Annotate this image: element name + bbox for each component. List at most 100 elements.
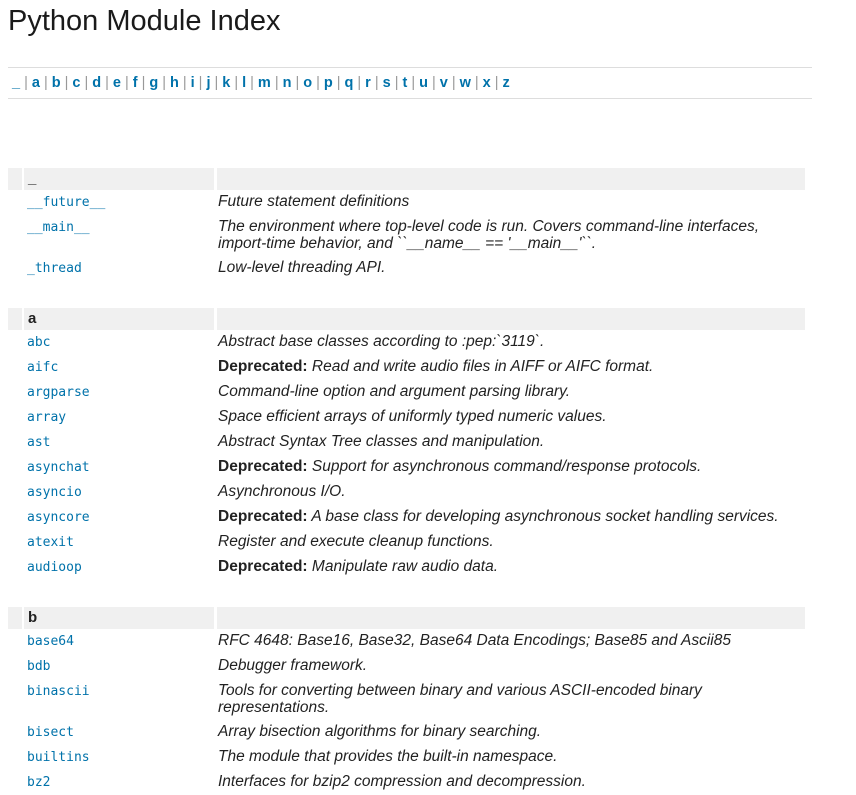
module-description: Future statement definitions [214, 190, 805, 215]
module-link[interactable]: atexit [27, 535, 74, 550]
module-link[interactable]: audioop [27, 560, 82, 575]
module-description-text: Read and write audio files in AIFF or AI… [311, 358, 654, 375]
module-description-text: Register and execute cleanup functions. [218, 533, 494, 550]
module-link[interactable]: abc [27, 335, 50, 350]
row-pad [8, 555, 22, 580]
module-link[interactable]: ast [27, 435, 50, 450]
letter-separator: | [374, 75, 379, 91]
letter-link-v[interactable]: v [440, 75, 448, 91]
row-pad [8, 720, 22, 745]
letter-link-z[interactable]: z [503, 75, 510, 91]
module-link[interactable]: __future__ [27, 195, 105, 210]
module-description-text: Future statement definitions [218, 193, 410, 210]
letter-separator: | [43, 75, 48, 91]
module-description-text: The environment where top-level code is … [218, 218, 760, 252]
letter-separator: | [357, 75, 362, 91]
row-pad [8, 654, 22, 679]
letter-separator: | [162, 75, 166, 91]
module-name-cell: bz2 [22, 770, 214, 795]
module-name-cell: asynchat [22, 455, 214, 480]
letter-link-u[interactable]: u [419, 75, 428, 91]
module-row: base64 RFC 4648: Base16, Base32, Base64 D… [8, 629, 805, 654]
row-pad [8, 380, 22, 405]
module-row: atexit Register and execute cleanup funct… [8, 530, 805, 555]
module-description: Deprecated: A base class for developing … [214, 505, 805, 530]
module-link[interactable]: builtins [27, 750, 90, 765]
letter-separator: | [336, 75, 341, 91]
letter-link-e[interactable]: e [113, 75, 121, 91]
module-link[interactable]: bz2 [27, 775, 50, 790]
module-link[interactable]: array [27, 410, 66, 425]
row-pad [8, 745, 22, 770]
row-pad [8, 505, 22, 530]
section-letter: a [22, 308, 214, 330]
module-name-cell: aifc [22, 355, 214, 380]
letter-navigation: _ | a | b | c | d | e | f | g | h | i | j | k | l | m | n | o | p | q | r | s |… [8, 67, 812, 99]
letter-link-b[interactable]: b [52, 75, 61, 91]
deprecated-label: Deprecated: [218, 508, 308, 525]
letter-link-s[interactable]: s [383, 75, 391, 91]
module-link[interactable]: asyncore [27, 510, 90, 525]
letter-link-a[interactable]: a [32, 75, 40, 91]
deprecated-label: Deprecated: [218, 358, 308, 375]
module-name-cell: _thread [22, 256, 214, 281]
module-link[interactable]: bdb [27, 659, 50, 674]
module-link[interactable]: aifc [27, 360, 58, 375]
section-header: a [8, 308, 805, 330]
row-pad [8, 679, 22, 720]
module-link[interactable]: bisect [27, 725, 74, 740]
module-row: asyncio Asynchronous I/O. [8, 480, 805, 505]
section-letter: b [22, 607, 214, 629]
module-link[interactable]: binascii [27, 684, 90, 699]
module-description: Register and execute cleanup functions. [214, 530, 805, 555]
section-header: _ [8, 168, 805, 190]
module-link[interactable]: __main__ [27, 220, 90, 235]
row-pad [8, 190, 22, 215]
module-link[interactable]: argparse [27, 385, 90, 400]
module-description: Tools for converting between binary and … [214, 679, 805, 720]
module-link[interactable]: base64 [27, 634, 74, 649]
module-description-text: RFC 4648: Base16, Base32, Base64 Data En… [218, 632, 731, 649]
row-pad [8, 430, 22, 455]
letter-link-p[interactable]: p [324, 75, 333, 91]
module-name-cell: binascii [22, 679, 214, 720]
letter-link-f[interactable]: f [133, 75, 138, 91]
module-row: bz2 Interfaces for bzip2 compression and … [8, 770, 805, 795]
letter-link-d[interactable]: d [92, 75, 101, 91]
letter-link-underscore[interactable]: _ [12, 75, 20, 91]
module-index-table: _ __future__ Future statement definitions _… [8, 141, 805, 795]
module-row: argparse Command-line option and argument… [8, 380, 805, 405]
deprecated-label: Deprecated: [218, 458, 308, 475]
row-pad [8, 530, 22, 555]
module-description: Deprecated: Support for asynchronous com… [214, 455, 805, 480]
module-name-cell: bdb [22, 654, 214, 679]
module-description-text: Command-line option and argument parsing… [218, 383, 571, 400]
section-header-pad [8, 607, 22, 629]
module-name-cell: builtins [22, 745, 214, 770]
module-row: aifc Deprecated: Read and write audio fil… [8, 355, 805, 380]
module-name-cell: atexit [22, 530, 214, 555]
letter-separator: | [124, 75, 129, 91]
section-header-pad [8, 168, 22, 190]
row-pad [8, 256, 22, 281]
letter-separator: | [64, 75, 69, 91]
letter-separator: | [451, 75, 456, 91]
module-name-cell: asyncore [22, 505, 214, 530]
module-link[interactable]: _thread [27, 261, 82, 276]
page-title: Python Module Index [8, 5, 281, 37]
letter-link-o[interactable]: o [303, 75, 312, 91]
spacer-cell [8, 580, 805, 607]
letter-link-m[interactable]: m [258, 75, 271, 91]
letter-link-g[interactable]: g [149, 75, 158, 91]
letter-link-x[interactable]: x [483, 75, 491, 91]
module-link[interactable]: asynchat [27, 460, 90, 475]
letter-link-w[interactable]: w [460, 75, 471, 91]
module-row: ast Abstract Syntax Tree classes and mani… [8, 430, 805, 455]
letter-link-r[interactable]: r [365, 75, 371, 91]
module-row: bdb Debugger framework. [8, 654, 805, 679]
letter-separator: | [295, 75, 300, 91]
module-link[interactable]: asyncio [27, 485, 82, 500]
letter-link-h[interactable]: h [170, 75, 179, 91]
row-pad [8, 770, 22, 795]
module-description: Space efficient arrays of uniformly type… [214, 405, 805, 430]
